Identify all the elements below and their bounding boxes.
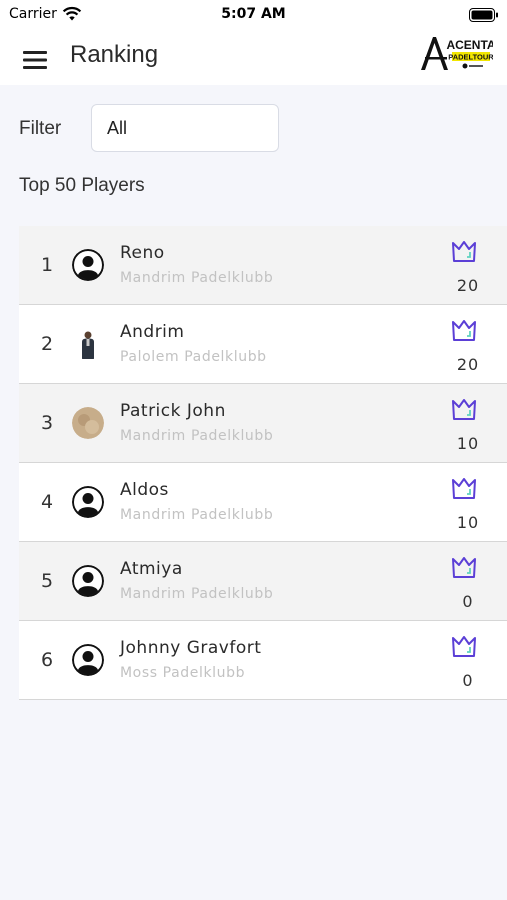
- app-header: Ranking ACENTA PADELTOUR: [0, 30, 507, 85]
- crown-icon: [450, 476, 478, 502]
- player-points: 10: [456, 434, 480, 453]
- filter-row: Filter All: [19, 104, 499, 152]
- player-name: Johnny Gravfort: [120, 638, 262, 658]
- filter-select[interactable]: All: [91, 104, 279, 152]
- default-user-icon: [72, 565, 104, 597]
- section-title: Top 50 Players: [19, 175, 145, 196]
- ranking-list: 1 Reno Mandrim Padelklubb 20 2 Andrim Pa…: [19, 226, 507, 700]
- battery-icon: [469, 7, 499, 26]
- player-photo: [72, 328, 104, 360]
- player-points: 10: [456, 513, 480, 532]
- player-name: Aldos: [120, 480, 169, 500]
- player-points: 20: [456, 355, 480, 374]
- ranking-row[interactable]: 4 Aldos Mandrim Padelklubb 10: [19, 463, 507, 542]
- crown-icon: [450, 239, 478, 265]
- rank-number: 6: [41, 649, 54, 671]
- player-club: Mandrim Padelklubb: [120, 507, 274, 523]
- default-user-icon: [72, 249, 104, 281]
- ranking-row[interactable]: 5 Atmiya Mandrim Padelklubb 0: [19, 542, 507, 621]
- crown-icon: [450, 318, 478, 344]
- player-club: Mandrim Padelklubb: [120, 428, 274, 444]
- default-user-icon: [72, 486, 104, 518]
- status-bar: Carrier 5:07 AM: [0, 0, 507, 30]
- player-name: Atmiya: [120, 559, 183, 579]
- rank-number: 5: [41, 570, 54, 592]
- player-club: Mandrim Padelklubb: [120, 270, 274, 286]
- logo-text-bottom: PADELTOUR: [448, 53, 493, 62]
- crown-icon: [450, 634, 478, 660]
- player-name: Andrim: [120, 322, 185, 342]
- rank-number: 1: [41, 254, 54, 276]
- logo-text-top: ACENTA: [446, 38, 493, 52]
- rank-number: 3: [41, 412, 54, 434]
- ranking-row[interactable]: 2 Andrim Palolem Padelklubb 20: [19, 305, 507, 384]
- player-club: Moss Padelklubb: [120, 665, 246, 681]
- player-points: 20: [456, 276, 480, 295]
- player-name: Patrick John: [120, 401, 226, 421]
- clock: 5:07 AM: [221, 6, 286, 22]
- player-points: 0: [462, 671, 474, 690]
- player-points: 0: [462, 592, 474, 611]
- rank-number: 4: [41, 491, 54, 513]
- crown-icon: [450, 397, 478, 423]
- ranking-row[interactable]: 3 Patrick John Mandrim Padelklubb 10: [19, 384, 507, 463]
- player-club: Mandrim Padelklubb: [120, 586, 274, 602]
- crown-icon: [450, 555, 478, 581]
- player-photo: [72, 407, 104, 439]
- filter-label: Filter: [19, 118, 62, 139]
- ranking-row[interactable]: 6 Johnny Gravfort Moss Padelklubb 0: [19, 621, 507, 700]
- player-name: Reno: [120, 243, 165, 263]
- rank-number: 2: [41, 333, 54, 355]
- ranking-row[interactable]: 1 Reno Mandrim Padelklubb 20: [19, 226, 507, 305]
- page-title: Ranking: [70, 41, 159, 68]
- menu-icon[interactable]: [20, 46, 52, 74]
- default-user-icon: [72, 644, 104, 676]
- player-club: Palolem Padelklubb: [120, 349, 267, 365]
- acenta-padeltour-logo: ACENTA PADELTOUR: [419, 33, 496, 73]
